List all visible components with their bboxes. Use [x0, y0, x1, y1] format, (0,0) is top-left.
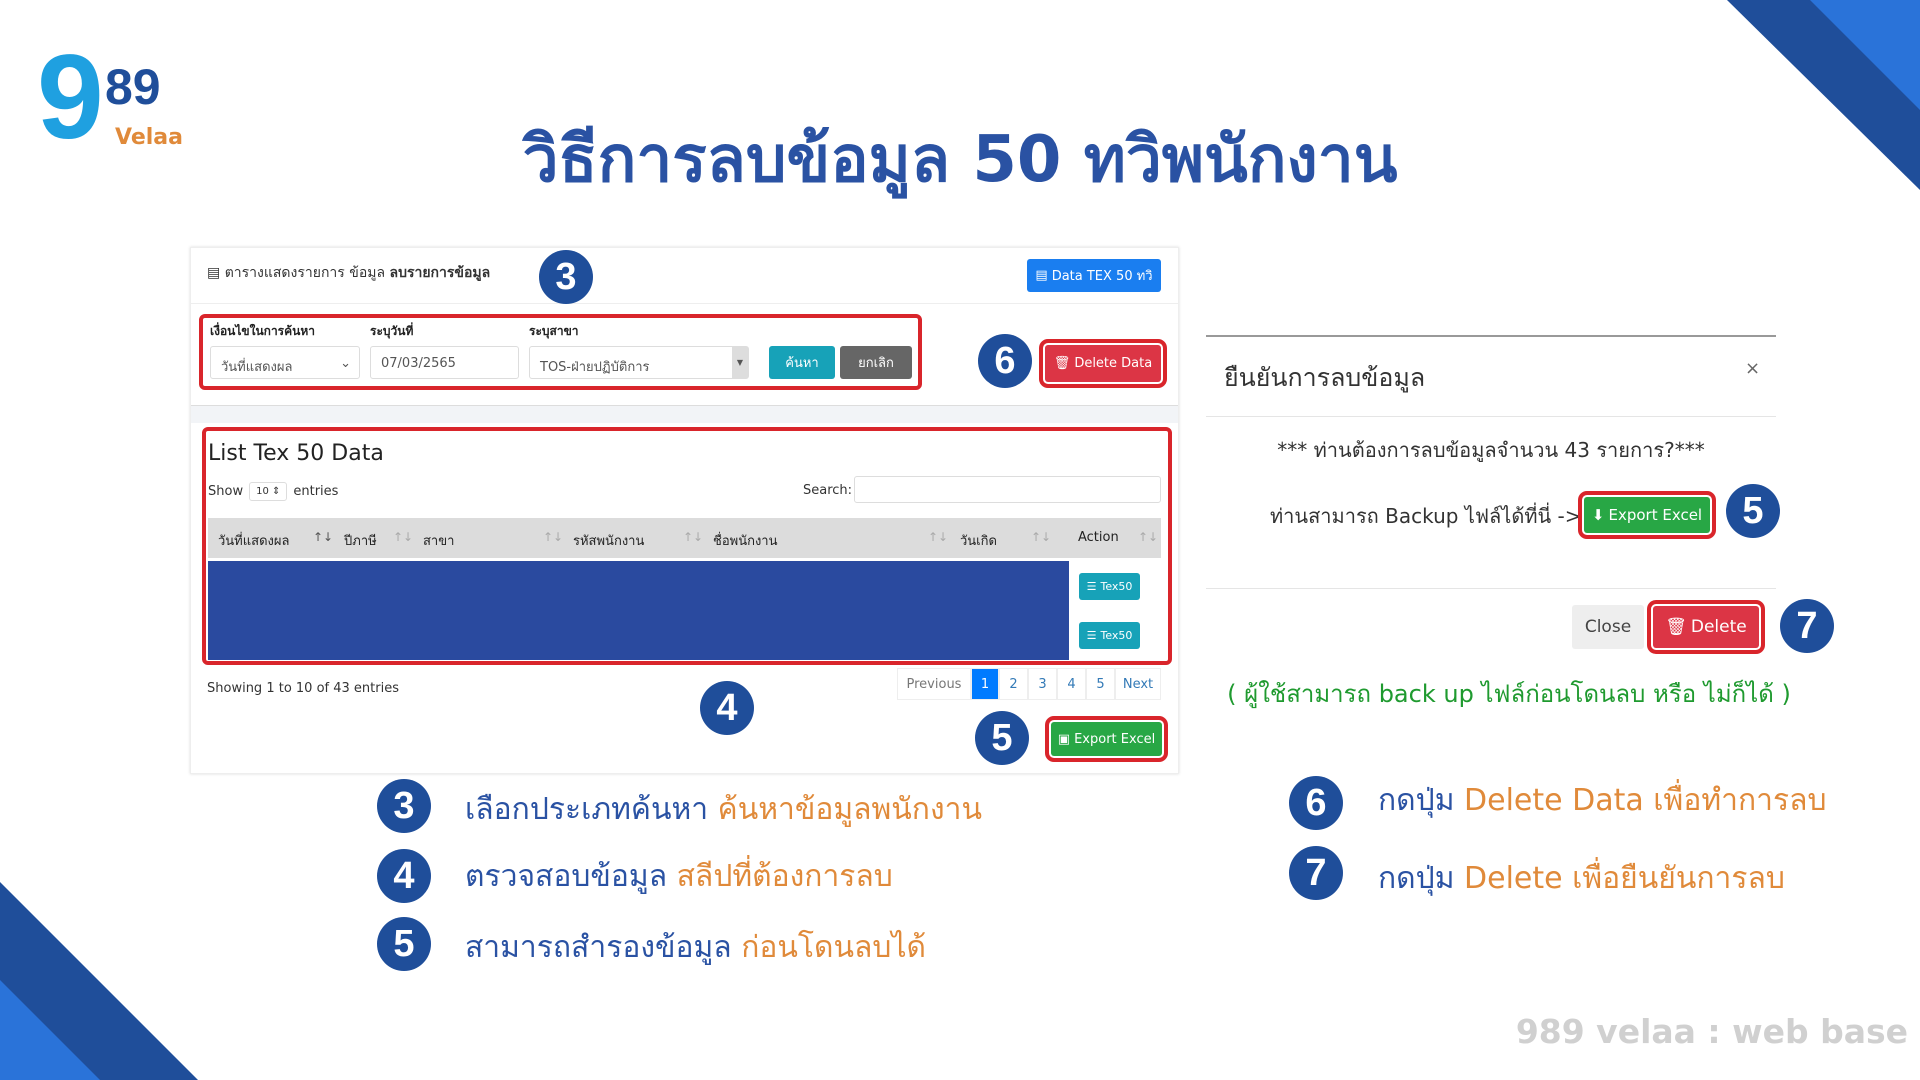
list-title: List Tex 50 Data — [208, 441, 384, 466]
page-2[interactable]: 2 — [999, 668, 1028, 700]
legend-marker: 7 — [1289, 846, 1343, 900]
page-1[interactable]: 1 — [971, 668, 999, 700]
modal-export-excel-button[interactable]: ⬇ Export Excel — [1578, 491, 1716, 539]
list-icon: ▤ — [1035, 268, 1048, 283]
col-date[interactable]: วันที่แสดงผล — [218, 530, 289, 551]
col-year[interactable]: ปีภาษี — [344, 530, 377, 551]
cancel-button[interactable]: ยกเลิก — [840, 346, 912, 379]
modal-message: *** ท่านต้องการลบข้อมูลจำนวน 43 รายการ?*… — [1277, 438, 1705, 462]
col-emp-id[interactable]: รหัสพนักงาน — [573, 530, 644, 551]
download-icon: ⬇ — [1591, 506, 1605, 524]
page-4[interactable]: 4 — [1057, 668, 1086, 700]
page-next[interactable]: Next — [1115, 668, 1161, 700]
step-4-marker: 4 — [700, 681, 754, 735]
corner-decoration — [1810, 0, 1920, 110]
redacted-rows — [208, 561, 1069, 660]
pagination: Previous 1 2 3 4 5 Next — [897, 668, 1161, 700]
cond-label: เงื่อนไขในการค้นหา — [210, 324, 315, 338]
col-birthdate[interactable]: วันเกิด — [960, 530, 997, 551]
legend-step-7: กดปุ่ม Delete เพื่อยืนยันการลบ — [1378, 861, 1785, 896]
footer-watermark: 989 velaa : web base — [1515, 1012, 1908, 1051]
date-label: ระบุวันที่ — [370, 324, 414, 338]
delete-data-panel: ▤ ตารางแสดงรายการ ข้อมูล ลบรายการข้อมูล … — [190, 247, 1179, 774]
entries-select[interactable]: 10 ⇕ — [249, 482, 288, 501]
tex50-button[interactable]: ☰ Tex50 — [1079, 573, 1140, 600]
condition-select[interactable]: วันที่แสดงผล ⌄ — [210, 346, 360, 379]
list-icon: ☰ — [1086, 629, 1097, 642]
page-previous[interactable]: Previous — [897, 668, 971, 700]
panel-header: ▤ ตารางแสดงรายการ ข้อมูล ลบรายการข้อมูล — [207, 265, 491, 281]
step-6-marker: 6 — [978, 334, 1032, 388]
excel-icon: ▣ — [1057, 731, 1071, 747]
branch-select[interactable]: TOS-ฝ่ายปฏิบัติการ ▼ — [529, 346, 749, 379]
trash-icon: 🗑 — [1053, 356, 1071, 371]
entries-label: entries — [293, 484, 339, 499]
col-action: Action — [1078, 530, 1119, 545]
col-emp-name[interactable]: ชื่อพนักงาน — [713, 530, 778, 551]
confirm-modal — [1206, 335, 1776, 337]
legend-step-6: กดปุ่ม Delete Data เพื่อทำการลบ — [1378, 783, 1827, 818]
step-5-marker: 5 — [1726, 484, 1780, 538]
modal-title: ยืนยันการลบข้อมูล — [1224, 363, 1426, 392]
legend-step-4: ตรวจสอบข้อมูล สลีปที่ต้องการลบ — [465, 859, 893, 894]
legend-marker: 3 — [377, 779, 431, 833]
step-5-marker: 5 — [975, 711, 1029, 765]
legend-step-5: สามารถสำรองข้อมูล ก่อนโดนลบได้ — [465, 930, 927, 965]
list-icon: ☰ — [1086, 580, 1097, 593]
table-info: Showing 1 to 10 of 43 entries — [207, 681, 399, 696]
page-3[interactable]: 3 — [1028, 668, 1057, 700]
backup-note: ( ผู้ใช้สามารถ back up ไฟล์ก่อนโดนลบ หรื… — [1227, 680, 1791, 708]
show-label: Show — [208, 484, 244, 499]
modal-close-button[interactable]: Close — [1572, 605, 1644, 649]
legend-marker: 6 — [1289, 776, 1343, 830]
search-label: Search: — [803, 483, 853, 498]
backup-text: ท่านสามารถ Backup ไฟล์ได้ที่นี่ -> — [1270, 504, 1582, 528]
legend-marker: 5 — [377, 917, 431, 971]
step-3-marker: 3 — [539, 250, 593, 304]
trash-icon: 🗑 — [1665, 617, 1687, 637]
col-branch[interactable]: สาขา — [423, 530, 454, 551]
search-button[interactable]: ค้นหา — [769, 346, 835, 379]
table-header: วันที่แสดงผล ↑↓ ปีภาษี ↑↓ สาขา ↑↓ รหัสพนักง… — [208, 518, 1161, 558]
page-title: วิธีการลบข้อมูล 50 ทวิพนักงาน — [522, 123, 1398, 197]
step-7-marker: 7 — [1780, 599, 1834, 653]
table-icon: ▤ — [207, 265, 225, 281]
corner-decoration — [0, 980, 100, 1080]
date-input[interactable]: 07/03/2565 — [370, 346, 519, 379]
tex50-button[interactable]: ☰ Tex50 — [1079, 622, 1140, 649]
modal-close-icon[interactable]: × — [1745, 358, 1760, 379]
legend-step-3: เลือกประเภทค้นหา ค้นหาข้อมูลพนักงาน — [465, 792, 982, 827]
modal-delete-button[interactable]: 🗑 Delete — [1647, 600, 1765, 654]
delete-data-button[interactable]: 🗑 Delete Data — [1039, 339, 1167, 388]
page-5[interactable]: 5 — [1086, 668, 1115, 700]
export-excel-button[interactable]: ▣ Export Excel — [1045, 716, 1168, 762]
branch-label: ระบุสาขา — [529, 324, 579, 338]
data-tex-button[interactable]: ▤ Data TEX 50 ทวิ — [1027, 259, 1161, 292]
table-search-input[interactable] — [854, 476, 1161, 503]
legend-marker: 4 — [377, 849, 431, 903]
